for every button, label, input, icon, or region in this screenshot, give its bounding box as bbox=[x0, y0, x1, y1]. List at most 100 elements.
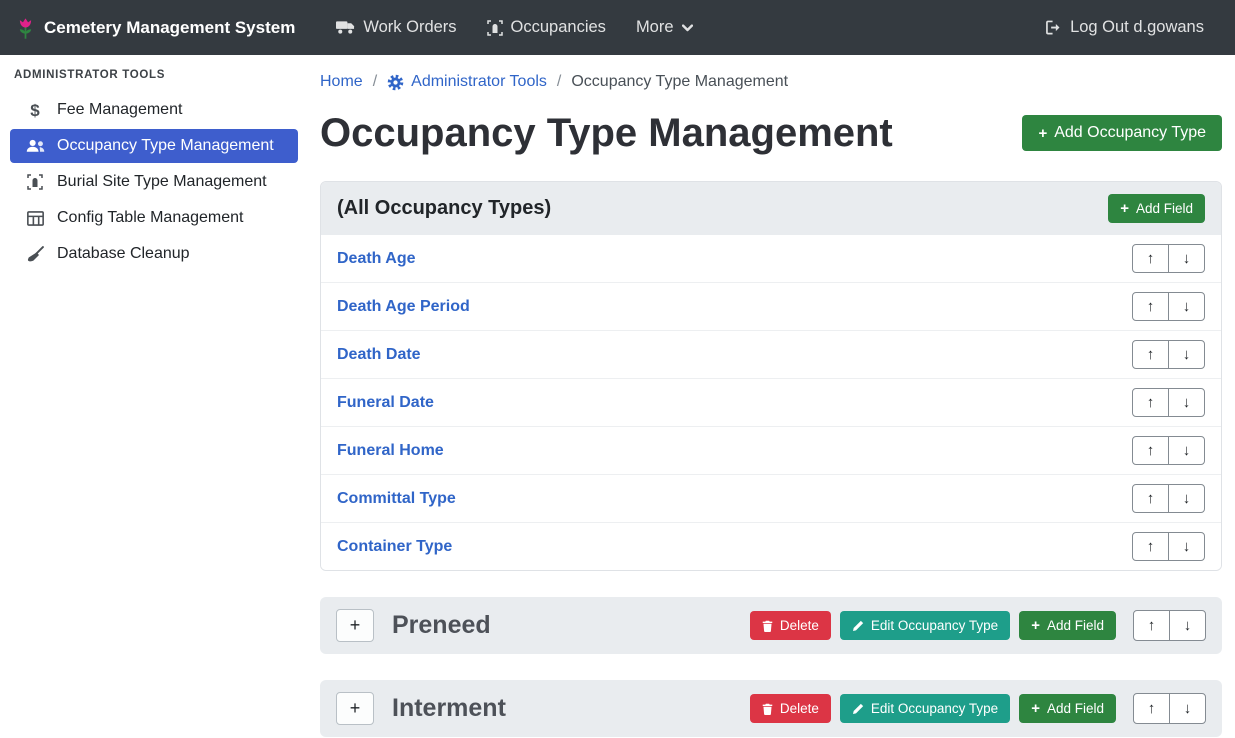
edit-occupancy-type-button[interactable]: Edit Occupancy Type bbox=[840, 694, 1010, 723]
sidebar: ADMINISTRATOR TOOLS $ Fee Management Occ… bbox=[0, 55, 308, 738]
move-down-button[interactable]: ↓ bbox=[1168, 340, 1205, 369]
field-row: Container Type ↑ ↓ bbox=[321, 523, 1221, 570]
move-up-button[interactable]: ↑ bbox=[1132, 340, 1169, 369]
truck-icon bbox=[336, 20, 355, 35]
field-link[interactable]: Funeral Home bbox=[337, 442, 444, 460]
navbar-links: Work Orders Occupancies More bbox=[321, 10, 707, 45]
chevron-down-icon bbox=[682, 24, 693, 32]
plus-icon: + bbox=[1120, 201, 1129, 216]
move-up-button[interactable]: ↑ bbox=[1132, 436, 1169, 465]
edit-occupancy-type-button[interactable]: Edit Occupancy Type bbox=[840, 611, 1010, 640]
sidebar-item-fee-management[interactable]: $ Fee Management bbox=[10, 93, 298, 127]
field-row: Death Date ↑ ↓ bbox=[321, 331, 1221, 379]
add-occupancy-type-button[interactable]: + Add Occupancy Type bbox=[1022, 115, 1222, 151]
move-down-button[interactable]: ↓ bbox=[1169, 693, 1206, 724]
app-brand: Cemetery Management System bbox=[16, 15, 295, 40]
occupancy-type-section-interment: + Interment Delete Edit Occupancy Type + bbox=[320, 680, 1222, 737]
sidebar-item-label: Database Cleanup bbox=[57, 245, 190, 263]
field-row: Funeral Home ↑ ↓ bbox=[321, 427, 1221, 475]
tombstone-icon bbox=[487, 20, 503, 36]
nav-occupancies[interactable]: Occupancies bbox=[472, 10, 621, 45]
move-down-button[interactable]: ↓ bbox=[1168, 436, 1205, 465]
page-title: Occupancy Type Management bbox=[320, 109, 893, 157]
reorder-button-group: ↑ ↓ bbox=[1133, 610, 1206, 641]
plus-icon: + bbox=[1031, 701, 1040, 716]
sidebar-item-label: Config Table Management bbox=[57, 209, 244, 227]
move-down-button[interactable]: ↓ bbox=[1168, 388, 1205, 417]
field-link[interactable]: Death Date bbox=[337, 346, 421, 364]
move-up-button[interactable]: ↑ bbox=[1133, 693, 1170, 724]
expand-section-button[interactable]: + bbox=[336, 609, 374, 642]
app-title: Cemetery Management System bbox=[44, 18, 295, 38]
sidebar-item-database-cleanup[interactable]: Database Cleanup bbox=[10, 237, 298, 271]
plus-icon: + bbox=[1038, 126, 1047, 141]
field-row: Committal Type ↑ ↓ bbox=[321, 475, 1221, 523]
move-down-button[interactable]: ↓ bbox=[1168, 532, 1205, 561]
move-down-button[interactable]: ↓ bbox=[1169, 610, 1206, 641]
trash-icon bbox=[762, 620, 773, 632]
field-link[interactable]: Death Age bbox=[337, 250, 416, 268]
plus-icon: + bbox=[1031, 618, 1040, 633]
reorder-button-group: ↑ ↓ bbox=[1132, 484, 1205, 513]
nav-more[interactable]: More bbox=[621, 10, 708, 45]
nav-work-orders[interactable]: Work Orders bbox=[321, 10, 471, 45]
reorder-button-group: ↑ ↓ bbox=[1132, 436, 1205, 465]
expand-section-button[interactable]: + bbox=[336, 692, 374, 725]
breadcrumb-current: Occupancy Type Management bbox=[571, 73, 788, 91]
logout-link[interactable]: Log Out d.gowans bbox=[1030, 10, 1219, 45]
field-link[interactable]: Funeral Date bbox=[337, 394, 434, 412]
breadcrumb-separator: / bbox=[557, 73, 561, 91]
breadcrumb-home[interactable]: Home bbox=[320, 73, 363, 91]
sidebar-item-label: Occupancy Type Management bbox=[57, 137, 274, 155]
section-title: Interment bbox=[392, 694, 506, 723]
sidebar-item-config-table-management[interactable]: Config Table Management bbox=[10, 201, 298, 235]
logout-label: Log Out d.gowans bbox=[1070, 18, 1204, 37]
section-title: Preneed bbox=[392, 611, 491, 640]
reorder-button-group: ↑ ↓ bbox=[1132, 292, 1205, 321]
page-header: Occupancy Type Management + Add Occupanc… bbox=[320, 109, 1222, 157]
move-up-button[interactable]: ↑ bbox=[1132, 244, 1169, 273]
table-icon bbox=[24, 211, 46, 226]
move-down-button[interactable]: ↓ bbox=[1168, 244, 1205, 273]
sidebar-item-label: Fee Management bbox=[57, 101, 182, 119]
field-link[interactable]: Committal Type bbox=[337, 490, 456, 508]
breadcrumb-admin-tools[interactable]: Administrator Tools bbox=[387, 73, 547, 91]
breadcrumb-admin-tools-label: Administrator Tools bbox=[411, 73, 547, 91]
add-field-button[interactable]: + Add Field bbox=[1019, 611, 1116, 640]
reorder-button-group: ↑ ↓ bbox=[1133, 693, 1206, 724]
move-up-button[interactable]: ↑ bbox=[1132, 484, 1169, 513]
section-actions: Delete Edit Occupancy Type + Add Field ↑… bbox=[750, 693, 1206, 724]
all-occupancy-types-card: (All Occupancy Types) + Add Field Death … bbox=[320, 181, 1222, 571]
field-row: Death Age Period ↑ ↓ bbox=[321, 283, 1221, 331]
sidebar-heading: ADMINISTRATOR TOOLS bbox=[0, 69, 308, 91]
add-field-button[interactable]: + Add Field bbox=[1108, 194, 1205, 223]
nav-work-orders-label: Work Orders bbox=[363, 18, 456, 37]
field-row: Funeral Date ↑ ↓ bbox=[321, 379, 1221, 427]
sidebar-item-burial-site-type-management[interactable]: Burial Site Type Management bbox=[10, 165, 298, 199]
move-down-button[interactable]: ↓ bbox=[1168, 484, 1205, 513]
top-navbar: Cemetery Management System Work Orders bbox=[0, 0, 1235, 55]
broom-icon bbox=[24, 246, 46, 263]
move-up-button[interactable]: ↑ bbox=[1132, 532, 1169, 561]
move-up-button[interactable]: ↑ bbox=[1133, 610, 1170, 641]
breadcrumb-separator: / bbox=[373, 73, 377, 91]
logout-icon bbox=[1045, 20, 1062, 35]
add-field-button[interactable]: + Add Field bbox=[1019, 694, 1116, 723]
sidebar-item-occupancy-type-management[interactable]: Occupancy Type Management bbox=[10, 129, 298, 163]
move-down-button[interactable]: ↓ bbox=[1168, 292, 1205, 321]
sidebar-item-label: Burial Site Type Management bbox=[57, 173, 267, 191]
delete-button[interactable]: Delete bbox=[750, 611, 831, 640]
breadcrumb: Home / Administrator Tools / Occupancy T… bbox=[320, 73, 1222, 91]
pencil-icon bbox=[852, 620, 864, 632]
field-link[interactable]: Container Type bbox=[337, 538, 452, 556]
delete-button[interactable]: Delete bbox=[750, 694, 831, 723]
nav-more-label: More bbox=[636, 18, 674, 37]
move-up-button[interactable]: ↑ bbox=[1132, 292, 1169, 321]
occupancy-type-section-preneed: + Preneed Delete Edit Occupancy Type + bbox=[320, 597, 1222, 654]
reorder-button-group: ↑ ↓ bbox=[1132, 532, 1205, 561]
dollar-icon: $ bbox=[24, 102, 46, 119]
field-link[interactable]: Death Age Period bbox=[337, 298, 470, 316]
move-up-button[interactable]: ↑ bbox=[1132, 388, 1169, 417]
nav-occupancies-label: Occupancies bbox=[511, 18, 606, 37]
all-occupancy-types-title: (All Occupancy Types) bbox=[337, 197, 551, 220]
